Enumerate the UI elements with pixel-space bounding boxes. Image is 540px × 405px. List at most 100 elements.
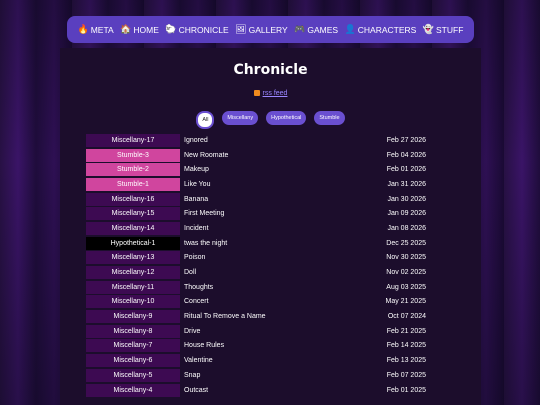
nav-label: GAMES	[307, 24, 339, 35]
entry-date: Feb 01 2025	[386, 386, 426, 394]
entry-tag-cell: Miscellany-15	[86, 206, 180, 221]
entry-tag[interactable]: Miscellany-5	[86, 368, 180, 382]
entry-tag-cell: Miscellany-17	[86, 133, 180, 148]
entry-tag[interactable]: Miscellany-9	[86, 310, 180, 324]
table-row[interactable]: Stumble-1 Like You Jan 31 2026	[86, 177, 436, 192]
entry-date: Feb 27 2026	[386, 136, 426, 144]
entry-title[interactable]: twas the night	[180, 236, 341, 251]
table-row[interactable]: Miscellany-4 Outcast Feb 01 2025	[86, 383, 436, 398]
entry-tag[interactable]: Miscellany-10	[86, 295, 180, 309]
entry-title[interactable]: Thoughts	[180, 280, 341, 295]
table-row[interactable]: Miscellany-5 Snap Feb 07 2025	[86, 368, 436, 383]
nav-chronicle[interactable]: 🐑 CHRONICLE	[165, 25, 228, 35]
entry-tag[interactable]: Miscellany-7	[86, 339, 180, 353]
top-nav: 🔥 META 🏠 HOME 🐑 CHRONICLE 🖼 GALLERY 🎮 GAMES 👤…	[67, 16, 474, 43]
entry-tag-cell: Miscellany-12	[86, 265, 180, 280]
rss-feed-link[interactable]: rss feed	[263, 90, 288, 97]
entry-tag[interactable]: Miscellany-4	[86, 383, 180, 397]
nav-gallery[interactable]: 🖼 GALLERY	[235, 25, 288, 35]
entry-title[interactable]: Makeup	[180, 162, 341, 177]
chronicle-table: Miscellany-17 Ignored Feb 27 2026 Stumble-3…	[86, 133, 436, 397]
entry-tag[interactable]: Stumble-2	[86, 163, 180, 177]
table-row[interactable]: Miscellany-17 Ignored Feb 27 2026	[86, 133, 436, 148]
nav-characters[interactable]: 👤 CHARACTERS	[345, 25, 417, 35]
entry-date: Aug 03 2025	[386, 283, 426, 291]
entry-tag[interactable]: Hypothetical-1	[86, 236, 180, 250]
entry-date: Feb 13 2025	[386, 357, 426, 365]
entry-title[interactable]: Doll	[180, 265, 341, 280]
filter-bar: All Miscellany Hypothetical Stumble	[60, 111, 481, 129]
entry-tag-cell: Miscellany-14	[86, 221, 180, 236]
nav-home[interactable]: 🏠 HOME	[120, 25, 159, 35]
table-row[interactable]: Miscellany-10 Concert May 21 2025	[86, 295, 436, 310]
entry-title[interactable]: New Roomate	[180, 148, 341, 163]
entry-tag-cell: Hypothetical-1	[86, 236, 180, 251]
table-row[interactable]: Miscellany-8 Drive Feb 21 2025	[86, 324, 436, 339]
entry-tag[interactable]: Miscellany-12	[86, 266, 180, 280]
entry-date: Jan 08 2026	[387, 224, 426, 232]
nav-meta[interactable]: 🔥 META	[77, 25, 113, 35]
entry-tag[interactable]: Stumble-3	[86, 148, 180, 162]
entry-tag-cell: Miscellany-11	[86, 280, 180, 295]
table-row[interactable]: Stumble-3 New Roomate Feb 04 2026	[86, 148, 436, 163]
table-row[interactable]: Miscellany-11 Thoughts Aug 03 2025	[86, 280, 436, 295]
entry-tag-cell: Miscellany-8	[86, 324, 180, 339]
entry-date: May 21 2025	[385, 298, 426, 306]
entry-tag[interactable]: Miscellany-8	[86, 324, 180, 338]
entry-title[interactable]: First Meeting	[180, 206, 341, 221]
nav-label: CHARACTERS	[357, 24, 417, 35]
entry-title[interactable]: Ritual To Remove a Name	[180, 309, 341, 324]
filter-stumble[interactable]: Stumble	[314, 111, 345, 125]
entry-title[interactable]: Like You	[180, 177, 341, 192]
entry-tag-cell: Miscellany-7	[86, 339, 180, 354]
entry-title[interactable]: House Rules	[180, 339, 341, 354]
table-row[interactable]: Miscellany-9 Ritual To Remove a Name Oct 0…	[86, 309, 436, 324]
nav-stuff[interactable]: 👻 STUFF	[423, 25, 464, 35]
filter-all[interactable]: All	[196, 111, 215, 129]
entry-tag[interactable]: Miscellany-6	[86, 354, 180, 368]
entry-tag-cell: Miscellany-9	[86, 309, 180, 324]
table-row[interactable]: Stumble-2 Makeup Feb 01 2026	[86, 162, 436, 177]
entry-date: Jan 30 2026	[387, 195, 426, 203]
entry-title[interactable]: Drive	[180, 324, 341, 339]
table-row[interactable]: Hypothetical-1 twas the night Dec 25 2025	[86, 236, 436, 251]
table-row[interactable]: Miscellany-12 Doll Nov 02 2025	[86, 265, 436, 280]
entry-title[interactable]: Snap	[180, 368, 341, 383]
entry-title[interactable]: Outcast	[180, 383, 341, 398]
table-row[interactable]: Miscellany-14 Incident Jan 08 2026	[86, 221, 436, 236]
entry-tag[interactable]: Miscellany-13	[86, 251, 180, 265]
entry-date: Feb 04 2026	[386, 151, 426, 159]
page-title: Chronicle	[233, 62, 308, 78]
nav-label: CHRONICLE	[178, 24, 229, 35]
entry-tag[interactable]: Miscellany-16	[86, 192, 180, 206]
nav-games[interactable]: 🎮 GAMES	[294, 25, 338, 35]
entry-title[interactable]: Valentine	[180, 353, 341, 368]
rss-icon	[253, 90, 260, 97]
nav-label: STUFF	[436, 24, 464, 35]
entry-title[interactable]: Incident	[180, 221, 341, 236]
entry-title[interactable]: Banana	[180, 192, 341, 207]
entry-tag[interactable]: Miscellany-17	[86, 133, 180, 147]
entry-title[interactable]: Ignored	[180, 133, 341, 148]
entry-date: Oct 07 2024	[387, 313, 426, 321]
entry-title[interactable]: Concert	[180, 295, 341, 310]
table-row[interactable]: Miscellany-7 House Rules Feb 14 2025	[86, 339, 436, 354]
entry-date: Nov 30 2025	[386, 254, 426, 262]
fire-icon: 🔥	[77, 24, 89, 34]
entry-tag-cell: Miscellany-13	[86, 251, 180, 266]
entry-tag-cell: Miscellany-6	[86, 353, 180, 368]
entry-tag-cell: Stumble-1	[86, 177, 180, 192]
table-row[interactable]: Miscellany-13 Poison Nov 30 2025	[86, 251, 436, 266]
filter-hypothetical[interactable]: Hypothetical	[266, 111, 307, 125]
entry-title[interactable]: Poison	[180, 251, 341, 266]
entry-tag[interactable]: Miscellany-14	[86, 221, 180, 235]
table-row[interactable]: Miscellany-6 Valentine Feb 13 2025	[86, 353, 436, 368]
entry-tag-cell: Miscellany-10	[86, 295, 180, 310]
filter-miscellany[interactable]: Miscellany	[222, 111, 259, 125]
table-row[interactable]: Miscellany-15 First Meeting Jan 09 2026	[86, 206, 436, 221]
entry-tag[interactable]: Stumble-1	[86, 177, 180, 191]
table-row[interactable]: Miscellany-16 Banana Jan 30 2026	[86, 192, 436, 207]
entry-tag[interactable]: Miscellany-11	[86, 280, 180, 294]
person-icon: 👤	[344, 24, 356, 34]
entry-tag[interactable]: Miscellany-15	[86, 207, 180, 221]
